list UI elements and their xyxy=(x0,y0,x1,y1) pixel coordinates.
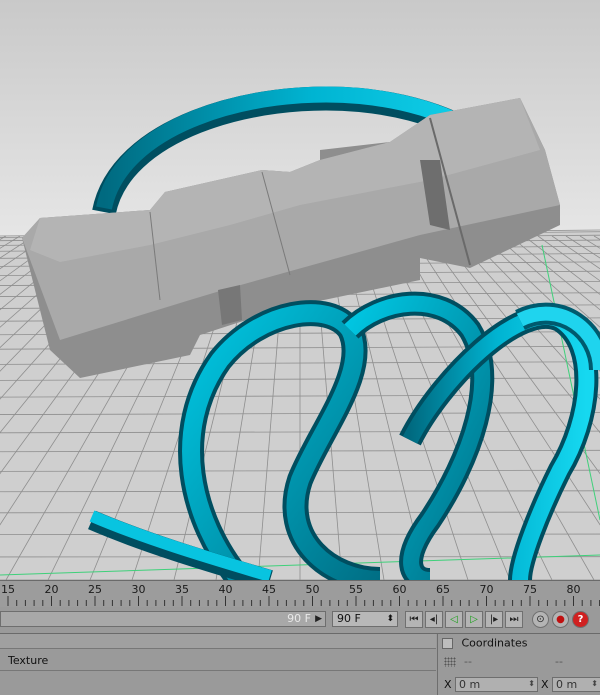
go-to-end-icon: ⏭ xyxy=(509,614,519,625)
ruler-tick-label: 35 xyxy=(175,583,189,596)
play-forward-button[interactable]: ▷ xyxy=(465,611,483,628)
x-position-value: 0 m xyxy=(459,678,481,691)
x-size-value: 0 m xyxy=(556,678,578,691)
previous-frame-button[interactable]: ◂| xyxy=(425,611,443,628)
x-coordinate-row: X 0 m ⬍ X 0 m ⬍ xyxy=(442,677,600,693)
ruler-tick-label: 65 xyxy=(436,583,450,596)
record-button[interactable]: ● xyxy=(552,611,569,628)
3d-viewport[interactable] xyxy=(0,0,600,580)
x-position-input[interactable]: 0 m ⬍ xyxy=(455,677,538,692)
material-panel: Texture xyxy=(0,634,436,695)
end-frame-field[interactable]: 90 F ⬍ xyxy=(332,611,398,627)
x-axis-label-1: X xyxy=(444,678,452,691)
keyframe-button[interactable]: ⊙ xyxy=(532,611,549,628)
ruler-tick-label: 60 xyxy=(392,583,407,596)
x-size-spinner-icon[interactable]: ⬍ xyxy=(591,677,598,690)
play-backward-icon: ◁ xyxy=(450,614,458,625)
ruler-tick-label: 70 xyxy=(479,583,494,596)
next-frame-icon: |▸ xyxy=(489,614,499,625)
start-frame-value: 90 F xyxy=(287,612,311,625)
end-frame-value: 90 F xyxy=(337,612,361,625)
timeline-ruler[interactable]: 15 20 25 30 35 40 45 50 55 60 65 70 75 80 xyxy=(0,580,600,608)
next-frame-button[interactable]: |▸ xyxy=(485,611,503,628)
go-to-end-button[interactable]: ⏭ xyxy=(505,611,523,628)
x-axis-label-2: X xyxy=(541,678,549,691)
dash-value-2: -- xyxy=(555,655,563,668)
coordinates-row[interactable]: Coordinates xyxy=(442,636,528,650)
ruler-tick-label: 20 xyxy=(44,583,59,596)
transport-bar: 90 F ▶ 90 F ⬍ ⏮ ◂| ◁ ▷ |▸ ⏭ ⊙ ● ? xyxy=(0,607,600,634)
x-size-input[interactable]: 0 m ⬍ xyxy=(552,677,600,692)
ruler-ticks xyxy=(7,596,600,606)
grid-dots-icon xyxy=(444,657,456,667)
attributes-area: Texture Coordinates -- -- X 0 m ⬍ X 0 m … xyxy=(0,634,600,695)
start-frame-arrow-icon[interactable]: ▶ xyxy=(315,612,322,626)
dash-value-1: -- xyxy=(464,655,472,668)
texture-tab-label[interactable]: Texture xyxy=(8,654,48,667)
ruler-tick-label: 50 xyxy=(305,583,320,596)
ruler-tick-label: 40 xyxy=(218,583,233,596)
start-frame-field[interactable]: 90 F ▶ xyxy=(0,611,326,627)
ruler-tick-label: 80 xyxy=(566,583,581,596)
ruler-tick-label: 15 xyxy=(1,583,15,596)
play-forward-icon: ▷ xyxy=(470,614,478,625)
ruler-tick-label: 45 xyxy=(262,583,276,596)
coordinates-label: Coordinates xyxy=(461,636,528,650)
coordinates-checkbox[interactable] xyxy=(442,637,453,649)
ruler-tick-label: 75 xyxy=(523,583,537,596)
viewport-render xyxy=(0,0,600,580)
material-panel-header xyxy=(0,634,436,649)
x-position-spinner-icon[interactable]: ⬍ xyxy=(528,677,535,690)
go-to-start-icon: ⏮ xyxy=(409,614,419,625)
previous-frame-icon: ◂| xyxy=(429,614,439,625)
ruler-labels: 15 20 25 30 35 40 45 50 55 60 65 70 75 80 xyxy=(0,583,600,596)
help-icon: ? xyxy=(577,614,584,625)
panel-divider xyxy=(0,670,436,671)
help-button[interactable]: ? xyxy=(572,611,589,628)
play-backward-button[interactable]: ◁ xyxy=(445,611,463,628)
ruler-tick-label: 25 xyxy=(88,583,102,596)
coordinates-panel: Coordinates -- -- X 0 m ⬍ X 0 m ⬍ xyxy=(437,634,600,695)
coordinates-dash-row: -- -- xyxy=(442,655,600,669)
ruler-tick-label: 30 xyxy=(131,583,146,596)
record-icon: ● xyxy=(556,614,565,625)
ruler-tick-label: 55 xyxy=(349,583,363,596)
end-frame-spinner-icon[interactable]: ⬍ xyxy=(386,612,394,626)
go-to-start-button[interactable]: ⏮ xyxy=(405,611,423,628)
keyframe-icon: ⊙ xyxy=(536,614,545,625)
